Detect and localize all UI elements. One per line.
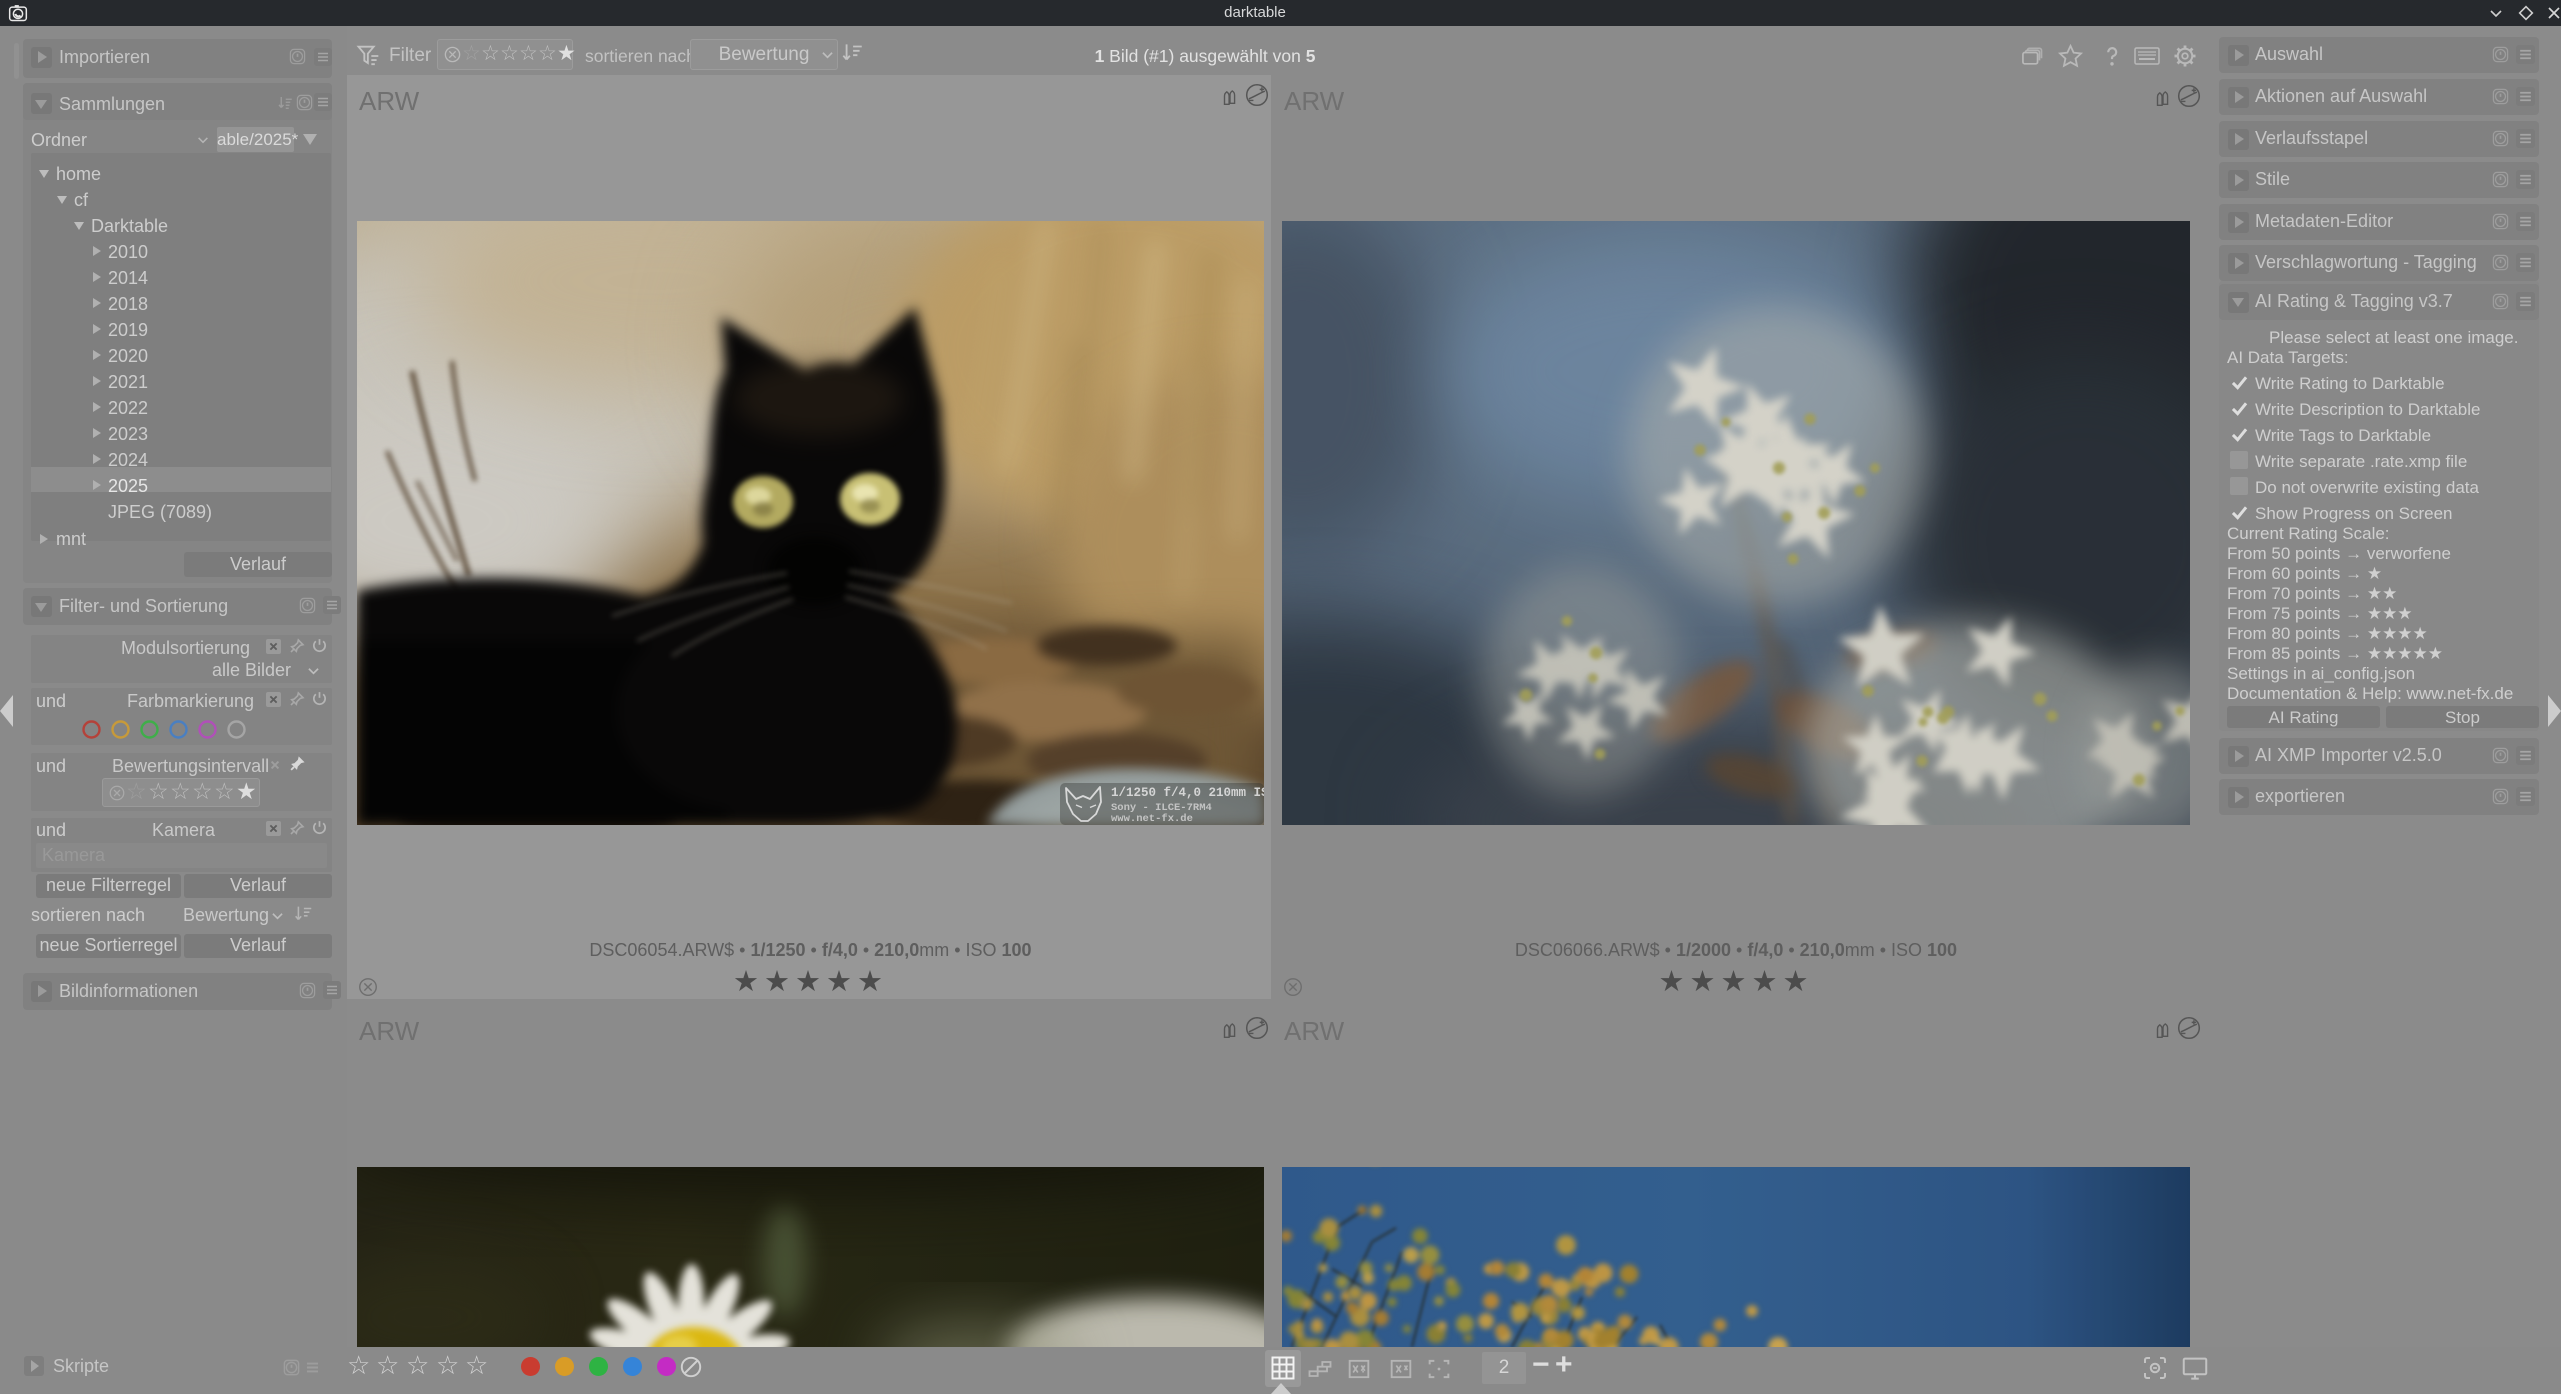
svg-text:1/1250 f/4,0 210mm IS: 1/1250 f/4,0 210mm IS — [1111, 786, 1264, 800]
svg-text:www.net-fx.de: www.net-fx.de — [1111, 813, 1193, 825]
